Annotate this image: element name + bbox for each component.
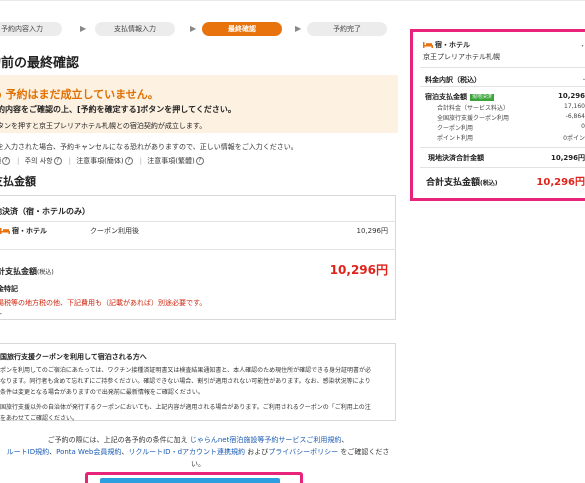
hotel-amount: 10,296円 xyxy=(356,227,389,235)
divider xyxy=(420,86,585,87)
coupon-notice-line: 条件は変更となる場合がありますので出発前に最新情報をご確認ください。 xyxy=(0,389,204,396)
terms-text: および xyxy=(245,448,269,456)
summary-hotel-name: 京王プレリアホテル札幌 xyxy=(423,53,500,61)
coupon-notice-line: をあわせてご確認ください。 xyxy=(0,415,79,422)
payment-hotel-label: 宿・ホテル xyxy=(0,226,47,236)
terms-link-ponta[interactable]: Ponta Web会員規約 xyxy=(56,448,121,456)
terms-link-privacy[interactable]: プライバシーポリシー xyxy=(268,448,338,456)
policy-link-ko[interactable]: 주의 사항 xyxy=(25,157,53,165)
breakdown-item-label: 全国旅行支援クーポン利用 xyxy=(437,115,510,122)
total-label-text: 計支払金額 xyxy=(0,267,37,276)
stay-payment-label: 宿泊支払金額 現地決済 xyxy=(425,92,495,102)
coupon-notice-line: 国旅行支援以外の自治体が発行するクーポンにおいても、上記内容が適用される場合があ… xyxy=(0,404,371,411)
page-title: 約前の最終確認 xyxy=(0,56,80,71)
confirm-reservation-button[interactable] xyxy=(100,478,280,483)
warning-contract-note: タンを押すと京王プレリアホテル札幌との宿泊契約が成立します。 xyxy=(0,122,207,130)
breakdown-dot: ・ xyxy=(581,75,585,84)
local-payment-badge: 現地決済 xyxy=(470,93,495,101)
divider xyxy=(420,67,585,68)
help-icon[interactable]: ? xyxy=(53,157,62,165)
warning-icon: ● xyxy=(0,88,2,101)
local-payment-title: 地決済（宿・ホテルのみ） xyxy=(0,207,90,216)
payment-heading: 支払金額 xyxy=(0,175,36,188)
divider xyxy=(0,221,396,222)
warning-title: ● 予約はまだ成立していません。 xyxy=(0,86,159,102)
help-icon[interactable]: ? xyxy=(124,157,133,165)
coupon-notice-title: 国旅行支援クーポンを利用して宿泊される方へ xyxy=(0,353,147,361)
breakdown-item-amount: 17,160 xyxy=(564,103,585,110)
summary-dot: ・ xyxy=(579,41,585,51)
separator: | xyxy=(17,157,20,165)
hotel-label-text: 宿・ホテル xyxy=(12,227,47,235)
main-content: 約前の最終確認 ● 予約はまだ成立していません。 約内容をご確認の上、[予約を確… xyxy=(0,0,400,483)
terms-text: をご確認くださ xyxy=(338,448,390,456)
grand-total-text: 合計支払金額 xyxy=(426,178,481,188)
terms-line-3: い。 xyxy=(191,460,205,468)
hotel-icon xyxy=(0,228,10,234)
divider xyxy=(420,147,585,148)
breakdown-item-amount: -6,864 xyxy=(565,113,585,120)
warning-title-text: 予約はまだ成立していません。 xyxy=(5,88,159,101)
warning-instruction: 約内容をご確認の上、[予約を確定する]ボタンを押してください。 xyxy=(0,105,236,114)
policy-link-zh-hant[interactable]: 注意事項(繁體) xyxy=(147,157,194,165)
separator: | xyxy=(68,157,71,165)
price-breakdown-label: 料金内訳（税込） xyxy=(425,76,481,84)
special-fee-label: 金特記 xyxy=(0,285,18,293)
policy-links: 項? | 주의 사항? | 注意事項(簡体)? | 注意事項(繁體)? xyxy=(0,156,208,166)
total-payment-amount: 10,296円 xyxy=(329,263,388,277)
terms-text: 、 xyxy=(341,436,349,444)
tax-note: (税込) xyxy=(37,269,54,276)
breakdown-item-label: 合計料金（サービス料込） xyxy=(437,105,510,112)
divider xyxy=(0,249,396,250)
grand-total-amount: 10,296円 xyxy=(536,177,585,188)
policy-link-ja[interactable]: 項 xyxy=(0,157,1,165)
hotel-icon xyxy=(423,42,433,48)
coupon-notice-line: ポンを利用してのご宿泊にあたっては、ワクチン接種済証明書又は検査結果通知書と、本… xyxy=(0,367,372,374)
policy-link-zh-hans[interactable]: 注意事項(簡体) xyxy=(76,157,123,165)
grand-total-label: 合計支払金額(税込) xyxy=(426,175,498,188)
breakdown-item-label: クーポン利用 xyxy=(437,125,474,132)
local-total-label: 現地決済合計金額 xyxy=(428,154,484,162)
summary-title: 宿・ホテル xyxy=(423,40,470,50)
breakdown-item-amount: 0ポイン xyxy=(563,135,585,142)
special-fee-note: 湯税等の地方税の他、下記費用も（記載があれば）別途必要です。 xyxy=(0,299,207,307)
breakdown-item-amount: 0 xyxy=(581,123,585,130)
help-icon[interactable]: ? xyxy=(2,157,10,165)
summary-title-text: 宿・ホテル xyxy=(435,41,470,49)
help-icon[interactable]: ? xyxy=(195,157,204,165)
terms-line-1: ご予約の際には、上記の各予約の条件に加え じゃらんnet宿泊施設等予約サービスご… xyxy=(0,434,400,446)
special-fee-value: -- xyxy=(0,310,2,318)
input-notice: を入力された場合、予約キャンセルになる恐れがありますので、正しい情報をご入力くだ… xyxy=(0,143,298,151)
coupon-applied-label: クーポン利用後 xyxy=(90,227,139,235)
tax-note: (税込) xyxy=(480,180,498,187)
coupon-notice-line: なります。同行者も含めて忘れずにご持参ください。確認できない場合、割引が適用され… xyxy=(0,378,371,385)
terms-agreement: ご予約の際には、上記の各予約の条件に加え じゃらんnet宿泊施設等予約サービスご… xyxy=(0,434,400,470)
divider xyxy=(420,167,585,168)
terms-link-d-account[interactable]: リクルートID・dアカウント連携規約 xyxy=(128,448,245,456)
terms-link-jalan[interactable]: じゃらんnet宿泊施設等予約サービスご利用規約 xyxy=(190,436,342,444)
stay-payment-amount: 10,296 xyxy=(557,92,585,100)
terms-text: ご予約の際には、上記の各予約の条件に加え xyxy=(47,436,190,444)
breakdown-item-label: ポイント利用 xyxy=(437,135,474,142)
terms-line-2: ルートID規約、Ponta Web会員規約、リクルートID・dアカウント連携規約… xyxy=(0,446,400,458)
total-payment-label: 計支払金額(税込) xyxy=(0,266,54,277)
stay-payment-text: 宿泊支払金額 xyxy=(425,93,467,101)
local-total-amount: 10,296円 xyxy=(550,154,585,162)
terms-link-recruit-id[interactable]: ルートID規約 xyxy=(7,448,49,456)
separator: | xyxy=(139,157,143,165)
